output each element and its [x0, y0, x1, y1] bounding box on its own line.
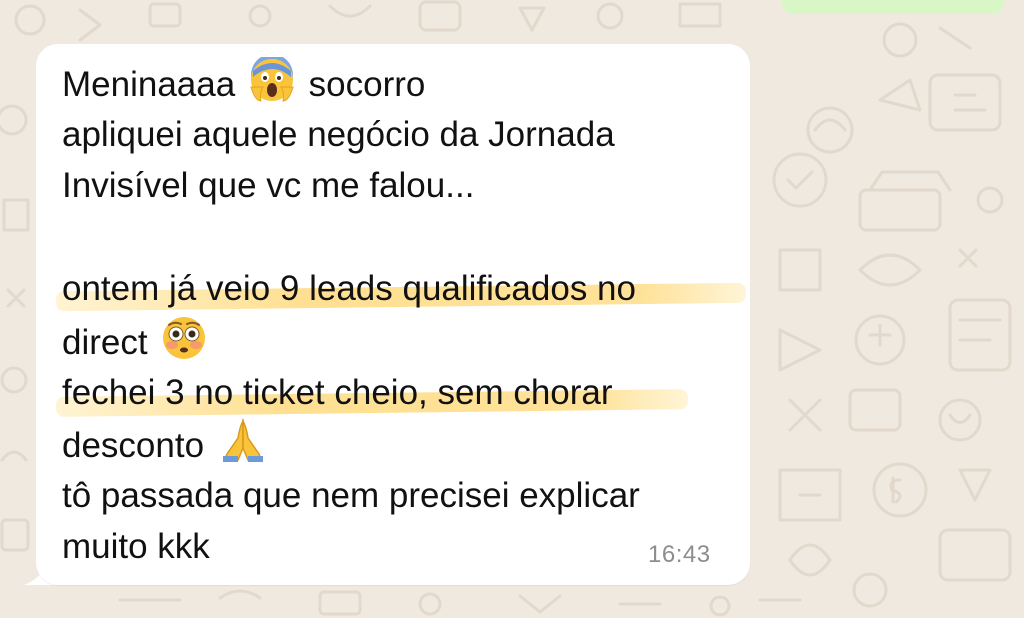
message-line-highlighted: ontem já veio 9 leads qualificados no	[55, 263, 747, 315]
message-line-text: ontem já veio 9 leads qualificados no	[62, 269, 636, 309]
message-timestamp: 16:43	[648, 541, 711, 568]
message-line-text: tô passada que nem precisei explicar	[62, 475, 640, 515]
message-line-text: muito kkk	[62, 527, 210, 567]
message-line: Invisível que vc me falou...	[62, 160, 742, 212]
message-line-text: Invisível que vc me falou...	[62, 166, 475, 206]
message-line: desconto	[62, 418, 742, 470]
message-line: Meninaaaa socorro	[62, 54, 742, 109]
message-line: apliquei aquele negócio da Jornada	[62, 109, 742, 161]
previous-outgoing-message[interactable]	[782, 0, 1004, 14]
message-socorro: socorro	[308, 65, 426, 104]
message-line-text: desconto	[62, 426, 205, 466]
message-line: tô passada que nem precisei explicar	[62, 470, 742, 522]
message-line-text: direct	[62, 322, 148, 362]
message-text: Meninaaaa socorro apliquei aquele negóci…	[55, 54, 747, 573]
message-greeting: Meninaaaa	[62, 65, 236, 104]
message-line-highlighted: fechei 3 no ticket cheio, sem chorar	[55, 367, 742, 419]
message-line: direct	[62, 315, 742, 367]
message-line-text: apliquei aquele negócio da Jornada	[62, 114, 615, 154]
message-line: muito kkk	[62, 521, 742, 573]
message-line-text: fechei 3 no ticket cheio, sem chorar	[62, 372, 613, 412]
